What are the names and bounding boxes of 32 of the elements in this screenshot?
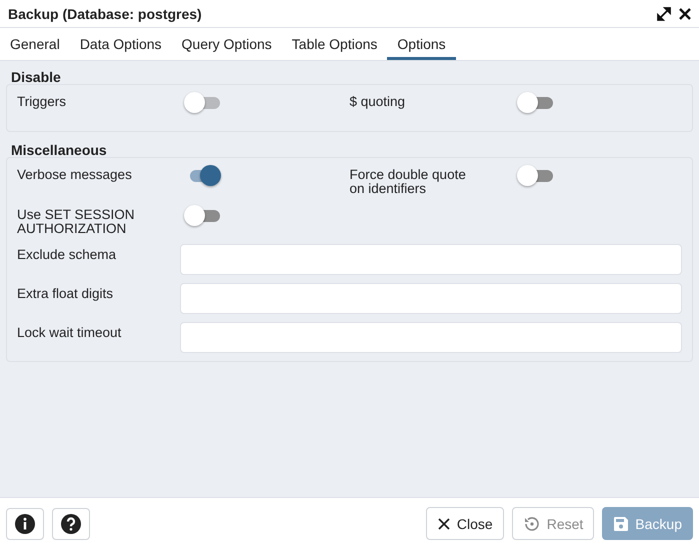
maximize-icon[interactable] xyxy=(657,6,671,20)
option-label: Triggers xyxy=(17,93,68,109)
save-icon xyxy=(613,516,630,532)
close-button[interactable]: Close xyxy=(426,507,504,540)
close-icon[interactable] xyxy=(679,8,691,20)
input-field[interactable] xyxy=(180,322,682,353)
input-field[interactable] xyxy=(180,244,682,275)
tab[interactable]: Options xyxy=(387,28,456,60)
help-icon xyxy=(60,512,82,534)
section-title: Miscellaneous xyxy=(11,142,108,158)
tab[interactable]: Table Options xyxy=(282,28,388,60)
help-button[interactable] xyxy=(52,508,90,540)
toggle-switch[interactable] xyxy=(516,91,554,113)
reset-icon xyxy=(522,514,541,532)
info-icon xyxy=(14,512,36,534)
window-title: Backup (Database: postgres) xyxy=(8,6,203,22)
field-label: Lock wait timeout xyxy=(17,324,122,340)
toggle-switch[interactable] xyxy=(516,164,554,186)
field-label: Extra float digits xyxy=(17,285,114,301)
toggle-switch[interactable] xyxy=(184,204,222,226)
option-label: Force double quote on identifiers xyxy=(350,166,467,196)
option-label: $ quoting xyxy=(350,93,406,109)
field-label: Exclude schema xyxy=(17,246,118,262)
option-label: Verbose messages xyxy=(17,166,133,182)
tab[interactable]: Data Options xyxy=(70,28,172,60)
tab[interactable]: Query Options xyxy=(172,28,282,60)
section-title: Disable xyxy=(11,69,62,85)
input-field[interactable] xyxy=(180,283,682,314)
option-label: Use SET SESSION AUTHORIZATION xyxy=(17,206,136,236)
info-button[interactable] xyxy=(6,508,44,540)
close-icon xyxy=(436,516,451,530)
tab[interactable]: General xyxy=(0,28,70,60)
